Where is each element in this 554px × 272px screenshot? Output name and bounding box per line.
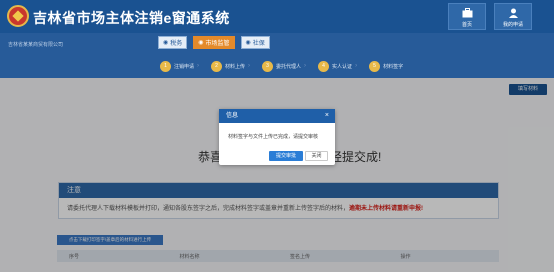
my-apply-button[interactable]: 我的申请 [494, 3, 532, 30]
eye-icon: ◉ [198, 40, 204, 46]
eye-icon: ◉ [163, 40, 169, 46]
step-3: 3 委托代理人 › [258, 60, 310, 72]
eye-icon: ◉ [245, 40, 251, 46]
dialog-title: 信息 [226, 113, 239, 119]
step-number: 3 [262, 60, 274, 72]
top-header: 吉林省市场主体注销e窗通系统 首页 我的申请 [0, 0, 554, 33]
step-2: 2 材料上传 › [207, 60, 254, 72]
national-emblem-icon [7, 5, 29, 27]
tab-tax-label: 税务 [170, 41, 183, 47]
step-label: 材料上传 [225, 63, 246, 70]
chevron-right-icon: › [248, 63, 251, 69]
step-label: 委托代理人 [276, 63, 302, 70]
briefcase-icon [462, 8, 473, 18]
tab-market-supervision-label: 市场监管 [205, 41, 230, 47]
chevron-right-icon: › [355, 63, 358, 69]
close-button[interactable]: 关闭 [305, 151, 328, 161]
user-icon [509, 8, 518, 18]
app-title: 吉林省市场主体注销e窗通系统 [33, 10, 230, 26]
close-icon[interactable]: × [325, 109, 329, 123]
home-button[interactable]: 首页 [448, 3, 486, 30]
step-4: 4 实人认证 › [314, 60, 361, 72]
chevron-right-icon: › [197, 63, 200, 69]
my-apply-label: 我的申请 [502, 22, 523, 28]
step-number: 1 [160, 60, 171, 72]
dialog-message: 材料签字与文件上传已完成，请提交审核 [228, 134, 319, 140]
home-label: 首页 [461, 22, 472, 28]
chevron-right-icon: › [304, 63, 307, 69]
step-number: 4 [318, 60, 330, 72]
banner: 吉林省某某商贸有限公司 ◉ 税务 ◉ 市场监管 ◉ 社保 1 注销申请 › 2 … [0, 33, 554, 78]
step-1: 1 注销申请 › [156, 60, 203, 72]
category-tabs: ◉ 税务 ◉ 市场监管 ◉ 社保 [158, 36, 270, 49]
step-label: 实人认证 [332, 63, 353, 70]
modal-overlay[interactable] [0, 78, 554, 272]
progress-steps: 1 注销申请 › 2 材料上传 › 3 委托代理人 › 4 实人认证 › 5 材… [156, 60, 407, 72]
step-label: 注销申请 [174, 63, 195, 70]
step-number: 5 [369, 60, 381, 72]
step-5: 5 材料签字 [365, 60, 407, 72]
tab-social-security-label: 社保 [252, 41, 265, 47]
tab-social-security[interactable]: ◉ 社保 [240, 36, 270, 49]
tab-market-supervision[interactable]: ◉ 市场监管 [193, 36, 235, 49]
submit-review-button[interactable]: 提交审批 [269, 151, 303, 161]
info-dialog: 信息 × 材料签字与文件上传已完成，请提交审核 提交审批 关闭 [219, 109, 335, 165]
tab-tax[interactable]: ◉ 税务 [158, 36, 188, 49]
step-label: 材料签字 [383, 63, 404, 70]
dialog-header: 信息 × [219, 109, 335, 123]
step-number: 2 [211, 60, 223, 72]
user-info: 吉林省某某商贸有限公司 [8, 42, 64, 48]
